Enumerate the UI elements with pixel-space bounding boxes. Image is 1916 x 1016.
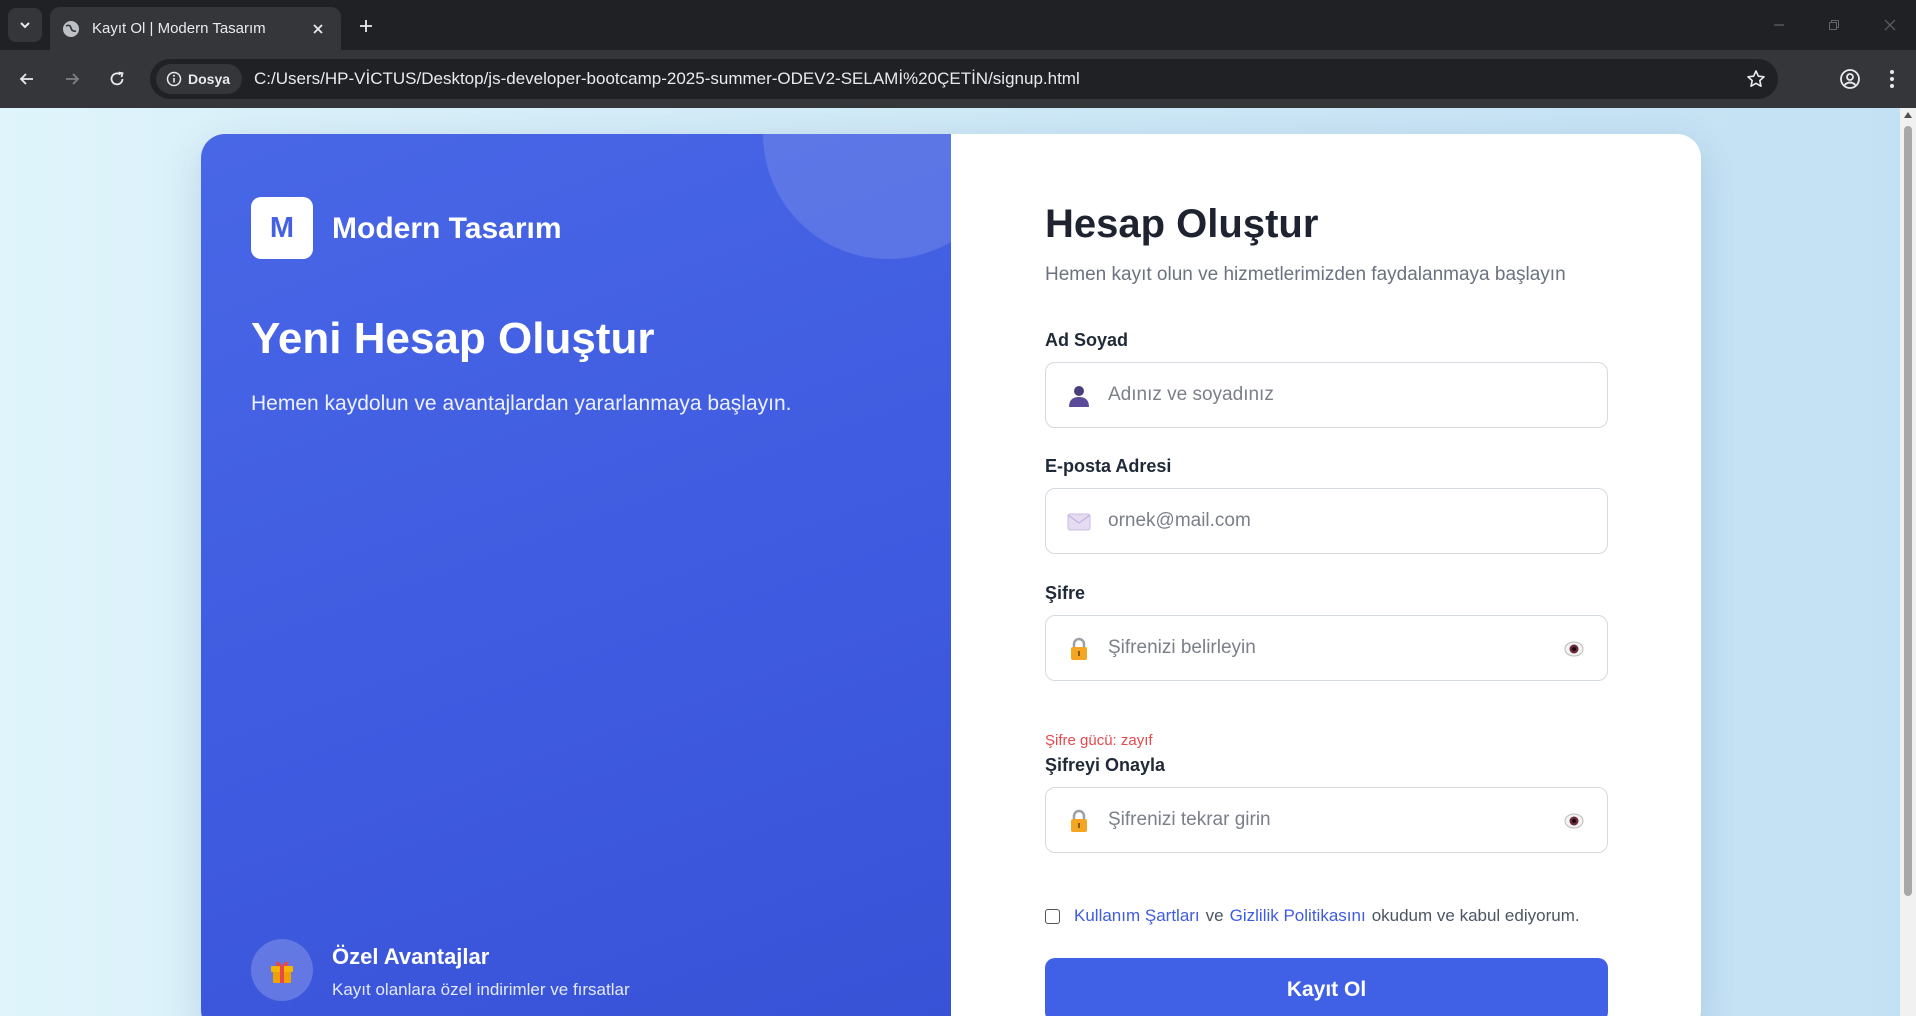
gift-icon [251,939,313,1001]
brand-name: Modern Tasarım [332,212,562,245]
scroll-up-arrow[interactable] [1904,112,1912,118]
password-label: Şifre [1045,583,1086,603]
globe-icon [62,20,80,38]
promo-title: Yeni Hesap Oluştur [251,314,655,363]
restore-button[interactable] [1819,12,1849,38]
terms-checkbox[interactable] [1045,908,1060,924]
site-chip-label: Dosya [188,71,231,87]
tab-title: Kayıt Ol | Modern Tasarım [92,20,266,37]
arrow-left-icon [19,73,33,85]
scrollbar-thumb[interactable] [1904,126,1912,896]
confirm-password-field[interactable] [1045,787,1608,853]
name-field[interactable] [1045,362,1608,428]
eye-icon[interactable] [1563,638,1585,660]
email-input[interactable] [1108,489,1528,553]
info-icon [166,71,182,87]
password-input[interactable] [1108,616,1528,680]
terms-link[interactable]: Kullanım Şartları [1074,906,1200,926]
tab-strip: Kayıt Ol | Modern Tasarım [0,0,1916,50]
account-icon [1840,69,1860,89]
logo-letter: M [269,211,295,244]
signup-card: M Modern Tasarım Yeni Hesap Oluştur Heme… [201,134,1701,1016]
restore-icon [1829,20,1839,30]
browser-tab[interactable]: Kayıt Ol | Modern Tasarım [50,7,341,50]
form-subtitle: Hemen kayıt olun ve hizmetlerimizden fay… [1045,264,1566,285]
star-icon [1747,70,1765,87]
lock-icon [1066,636,1092,662]
reload-icon [110,71,124,86]
password-strength: Şifre gücü: zayıf [1045,732,1153,749]
perk-title: Özel Avantajlar [332,944,490,969]
terms-rest-text: okudum ve kabul ediyorum. [1371,906,1580,925]
bookmark-button[interactable] [1744,67,1768,91]
site-info-chip[interactable]: Dosya [156,64,243,94]
reload-button[interactable] [101,63,133,95]
promo-subtitle: Hemen kaydolun ve avantajlardan yararlan… [251,392,792,415]
arrow-right-icon [66,73,80,85]
back-button[interactable] [11,63,43,95]
kebab-menu-icon [1890,70,1894,88]
password-field[interactable] [1045,615,1608,681]
minimize-button[interactable] [1764,12,1794,38]
signup-button[interactable]: Kayıt Ol [1045,958,1608,1016]
perk-description: Kayıt olanlara özel indirimler ve fırsat… [332,980,630,999]
profile-button[interactable] [1834,63,1866,95]
confirm-password-input[interactable] [1108,788,1528,852]
page-background: M Modern Tasarım Yeni Hesap Oluştur Heme… [0,108,1916,1016]
close-window-button[interactable] [1875,12,1905,38]
decorative-circle [763,134,951,259]
terms-and-text: ve [1205,906,1224,925]
logo: M [251,197,313,259]
minimize-icon [1774,24,1784,26]
name-input[interactable] [1108,363,1528,427]
menu-button[interactable] [1876,63,1908,95]
plus-icon [360,20,372,32]
email-field[interactable] [1045,488,1608,554]
confirm-password-label: Şifreyi Onayla [1045,755,1166,775]
eye-icon[interactable] [1563,810,1585,832]
page-scrollbar[interactable] [1900,108,1916,1016]
lock-icon [1066,808,1092,834]
user-icon [1066,383,1092,409]
forward-button[interactable] [56,63,88,95]
tab-search-button[interactable] [8,8,42,42]
promo-panel: M Modern Tasarım Yeni Hesap Oluştur Heme… [201,134,951,1016]
terms-row: Kullanım Şartları ve Gizlilik Politikası… [1045,906,1580,926]
form-title: Hesap Oluştur [1045,202,1319,246]
close-tab-icon[interactable] [307,18,329,40]
new-tab-button[interactable] [352,12,380,40]
address-bar[interactable]: Dosya C:/Users/HP-VİCTUS/Desktop/js-deve… [150,59,1778,99]
chevron-down-icon [20,22,30,29]
privacy-link[interactable]: Gizlilik Politikasını [1230,906,1366,926]
close-icon [1884,19,1896,31]
email-label: E-posta Adresi [1045,456,1172,476]
signup-form: Hesap Oluştur Hemen kayıt olun ve hizmet… [951,134,1701,1016]
envelope-icon [1066,509,1092,535]
url-text: C:/Users/HP-VİCTUS/Desktop/js-developer-… [254,69,1080,88]
name-label: Ad Soyad [1045,330,1129,350]
